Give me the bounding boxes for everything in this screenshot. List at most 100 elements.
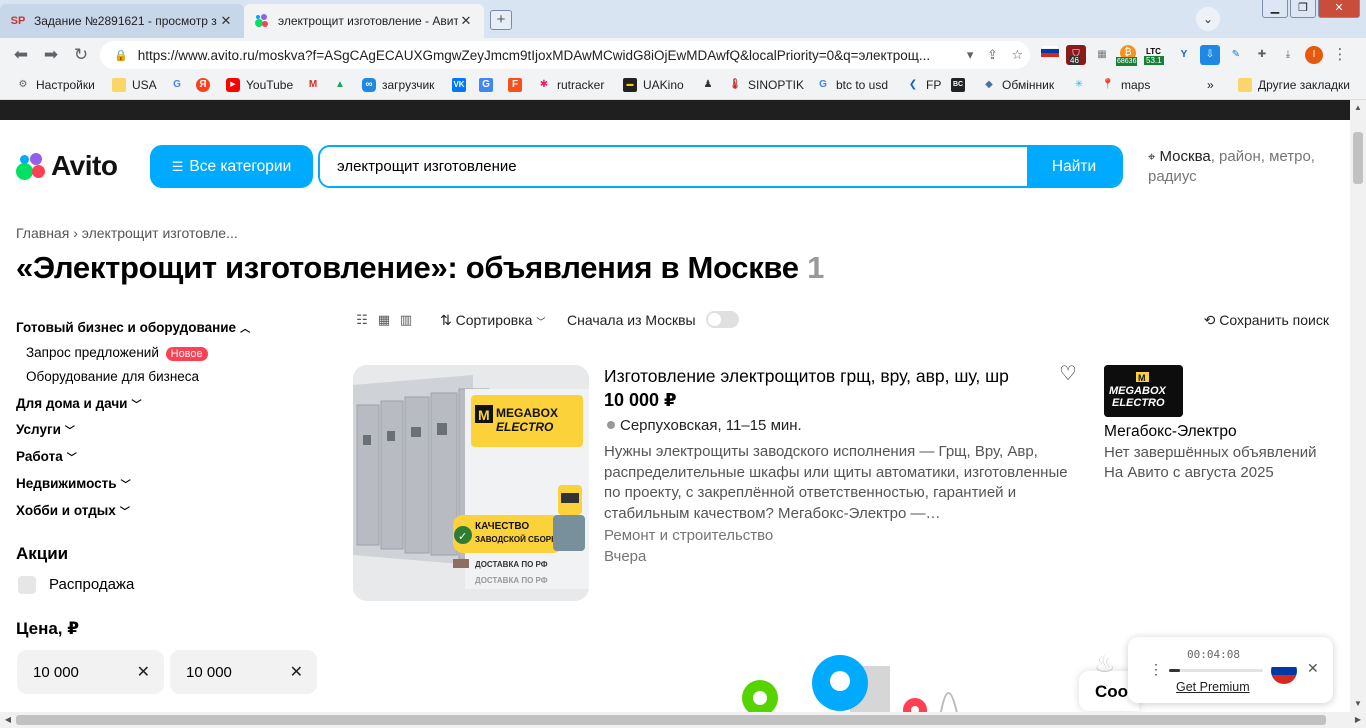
bitcoin-ticker-icon[interactable]: ₿ 68636 bbox=[1116, 45, 1138, 66]
breadcrumb-current[interactable]: электрощит изготовле... bbox=[82, 225, 238, 241]
bookmark-vk[interactable]: VK bbox=[452, 78, 472, 92]
maximize-button[interactable]: ❐ bbox=[1290, 0, 1316, 18]
bookmark-exchanger[interactable]: ◆ Обмінник bbox=[982, 78, 1054, 92]
share-icon[interactable]: ⇪ bbox=[987, 47, 998, 63]
category-realty[interactable]: Недвижимость ﹀ bbox=[16, 476, 131, 491]
tab-search-icon[interactable]: ⌄ bbox=[1196, 7, 1220, 31]
downloads-icon[interactable]: ⤓ bbox=[1278, 45, 1298, 65]
scroll-up-icon[interactable]: ▲ bbox=[1350, 100, 1366, 116]
bookmark-google[interactable]: G bbox=[170, 78, 190, 92]
extensions-puzzle-icon[interactable]: ✚ bbox=[1252, 45, 1272, 65]
back-icon[interactable]: ⬅ bbox=[10, 45, 32, 65]
clear-icon[interactable]: ✕ bbox=[290, 662, 303, 682]
svg-text:✓: ✓ bbox=[458, 531, 467, 543]
window-close-button[interactable]: ✕ bbox=[1318, 0, 1360, 18]
new-tab-button[interactable]: + bbox=[490, 10, 512, 30]
category-hobby[interactable]: Хобби и отдых ﹀ bbox=[16, 503, 130, 518]
tab-avito[interactable]: электрощит изготовление - Авито ✕ bbox=[244, 4, 484, 38]
favorite-heart-icon[interactable]: ♡ bbox=[1059, 361, 1077, 386]
listing-image[interactable]: MEGABOX ELECTRO M ✓ КАЧЕСТВО ЗАВОДСКОЙ С… bbox=[353, 365, 589, 601]
category-business[interactable]: Готовый бизнес и оборудование ︿ bbox=[16, 320, 250, 335]
bookmark-uakino[interactable]: ▬ UAKino bbox=[623, 78, 684, 92]
horizontal-scrollbar[interactable]: ◀ ▶ bbox=[0, 712, 1366, 728]
bookmark-star-icon[interactable]: ☆ bbox=[1012, 47, 1024, 63]
forward-icon[interactable]: ➡ bbox=[40, 45, 62, 65]
sale-checkbox-label[interactable]: Распродажа bbox=[49, 576, 134, 593]
omnibox[interactable]: 🔒 https://www.avito.ru/moskva?f=ASgCAgEC… bbox=[100, 41, 1030, 69]
category-home[interactable]: Для дома и дачи ﹀ bbox=[16, 396, 141, 411]
price-from-field[interactable]: 10 000 ✕ bbox=[17, 650, 164, 694]
tab-close-icon[interactable]: ✕ bbox=[218, 13, 234, 29]
avito-logo[interactable]: Avito bbox=[16, 150, 118, 182]
reload-icon[interactable]: ↻ bbox=[70, 45, 92, 65]
search-input[interactable] bbox=[320, 147, 1027, 186]
all-categories-button[interactable]: ☰ Все категории bbox=[150, 145, 313, 188]
vertical-scrollbar[interactable]: ▲ ▼ bbox=[1350, 100, 1366, 712]
bookmark-yandex[interactable]: Я bbox=[196, 78, 216, 92]
bookmark-drive[interactable]: ▲ bbox=[333, 78, 353, 92]
sub-category-requests[interactable]: Запрос предложений Новое bbox=[26, 345, 208, 361]
edit-extension-icon[interactable]: ✎ bbox=[1226, 45, 1246, 65]
bookmarks-overflow[interactable]: » bbox=[1207, 78, 1214, 92]
scroll-left-icon[interactable]: ◀ bbox=[0, 712, 16, 728]
bookmark-bc[interactable]: BC bbox=[951, 78, 971, 92]
bookmark-translate[interactable]: G bbox=[479, 78, 499, 92]
bookmark-figure[interactable]: ♟ bbox=[701, 78, 721, 92]
litecoin-ticker-icon[interactable]: LTC 53.1 bbox=[1144, 45, 1168, 65]
bookmark-f[interactable]: F bbox=[508, 78, 528, 92]
bookmark-btc[interactable]: Gbtc to usd bbox=[816, 78, 888, 92]
sort-dropdown[interactable]: ⇅ Сортировка ﹀ bbox=[440, 312, 545, 329]
menu-dots-icon[interactable]: ⋮ bbox=[1330, 45, 1350, 65]
bookmark-settings[interactable]: ⚙ Настройки bbox=[16, 78, 95, 92]
price-to-field[interactable]: 10 000 ✕ bbox=[170, 650, 317, 694]
bookmark-maps[interactable]: 📍 maps bbox=[1101, 78, 1151, 92]
seller-name[interactable]: Мегабокс-Электро bbox=[1104, 423, 1237, 441]
search-button[interactable]: Найти bbox=[1027, 147, 1121, 186]
sale-checkbox[interactable] bbox=[18, 576, 36, 594]
other-bookmarks[interactable]: Другие закладки bbox=[1238, 78, 1350, 92]
scroll-down-icon[interactable]: ▼ bbox=[1350, 696, 1366, 712]
bookmark-youtube[interactable]: ▶ YouTube bbox=[226, 78, 293, 92]
seller-logo[interactable]: M MEGABOX ELECTRO bbox=[1104, 365, 1183, 417]
bookmark-gmail[interactable]: M bbox=[306, 78, 326, 92]
russia-flag-icon[interactable] bbox=[1271, 658, 1297, 684]
category-jobs[interactable]: Работа ﹀ bbox=[16, 449, 77, 464]
map-view-icon[interactable]: ▥ bbox=[398, 312, 414, 328]
briefcase-extension-icon[interactable]: ▦ bbox=[1092, 45, 1112, 65]
lock-icon[interactable]: 🔒 bbox=[114, 49, 128, 62]
scroll-right-icon[interactable]: ▶ bbox=[1350, 712, 1366, 728]
bookmark-rutracker[interactable]: ✱ rutracker bbox=[537, 78, 605, 92]
save-search-button[interactable]: ⟲ Сохранить поиск bbox=[1204, 312, 1329, 329]
grid-view-icon[interactable]: ▦ bbox=[376, 312, 392, 328]
bookmark-sinoptik[interactable]: 🌡 SINOPTIK bbox=[728, 78, 804, 92]
moscow-first-toggle[interactable] bbox=[706, 311, 739, 328]
category-services[interactable]: Услуги ﹀ bbox=[16, 422, 75, 437]
shield-extension-icon[interactable]: ⛉ 46 bbox=[1066, 45, 1086, 65]
bookmark-star[interactable]: ✳ bbox=[1072, 78, 1092, 92]
vpn-extension-icon[interactable]: Y bbox=[1174, 45, 1194, 65]
tab-zadanie[interactable]: SP Задание №2891621 - просмотр з ✕ bbox=[0, 4, 244, 38]
breadcrumb-home[interactable]: Главная bbox=[16, 225, 69, 241]
listing-title[interactable]: Изготовление электрощитов грщ, вру, авр,… bbox=[604, 366, 1009, 387]
location-selector[interactable]: ⌖ Москва, район, метро, радиус bbox=[1148, 147, 1338, 187]
recorder-close-icon[interactable]: ✕ bbox=[1307, 660, 1319, 677]
tab-close-icon[interactable]: ✕ bbox=[458, 13, 474, 29]
sub-category-equipment[interactable]: Оборудование для бизнеса bbox=[26, 369, 199, 384]
scroll-thumb[interactable] bbox=[1353, 132, 1363, 184]
download-extension-icon[interactable]: ⇩ bbox=[1200, 45, 1220, 65]
metro-dot-icon bbox=[607, 421, 615, 429]
folder-icon bbox=[1238, 78, 1252, 92]
dropdown-icon[interactable]: ▾ bbox=[967, 47, 974, 63]
minimize-button[interactable]: ▁ bbox=[1262, 0, 1288, 18]
list-view-icon[interactable]: ☷ bbox=[354, 312, 370, 328]
bookmark-usa[interactable]: USA bbox=[112, 78, 157, 92]
bookmark-downloader[interactable]: ∞ загрузчик bbox=[362, 78, 434, 92]
clear-icon[interactable]: ✕ bbox=[137, 662, 150, 682]
scroll-thumb[interactable] bbox=[16, 715, 1326, 725]
get-premium-link[interactable]: Get Premium bbox=[1176, 680, 1250, 694]
profile-avatar[interactable]: I bbox=[1304, 45, 1324, 65]
recorder-menu-icon[interactable]: ⋮ bbox=[1149, 661, 1163, 678]
url-text[interactable]: https://www.avito.ru/moskva?f=ASgCAgECAU… bbox=[138, 48, 960, 63]
russia-flag-icon[interactable] bbox=[1040, 44, 1060, 65]
bookmark-fp[interactable]: ❮ FP bbox=[906, 78, 942, 92]
